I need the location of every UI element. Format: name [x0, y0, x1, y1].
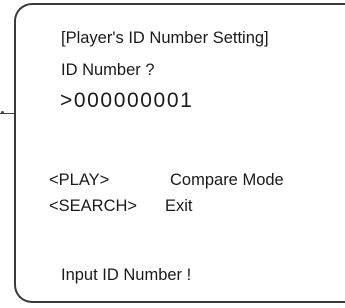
- id-number-value: 000000001: [73, 89, 194, 112]
- screen-title: [Player's ID Number Setting]: [61, 29, 269, 47]
- id-number-field[interactable]: >000000001: [60, 88, 193, 114]
- input-cursor: >: [60, 89, 74, 112]
- search-key-label: <SEARCH>: [49, 197, 138, 215]
- play-key-label: <PLAY>: [49, 171, 110, 189]
- pointer-line: [0, 113, 14, 114]
- status-message: Input ID Number !: [61, 266, 192, 284]
- osd-screen-frame: [14, 3, 345, 303]
- exit-option[interactable]: Exit: [165, 196, 193, 216]
- compare-mode-option[interactable]: Compare Mode: [170, 170, 284, 190]
- id-number-prompt: ID Number ?: [61, 61, 155, 79]
